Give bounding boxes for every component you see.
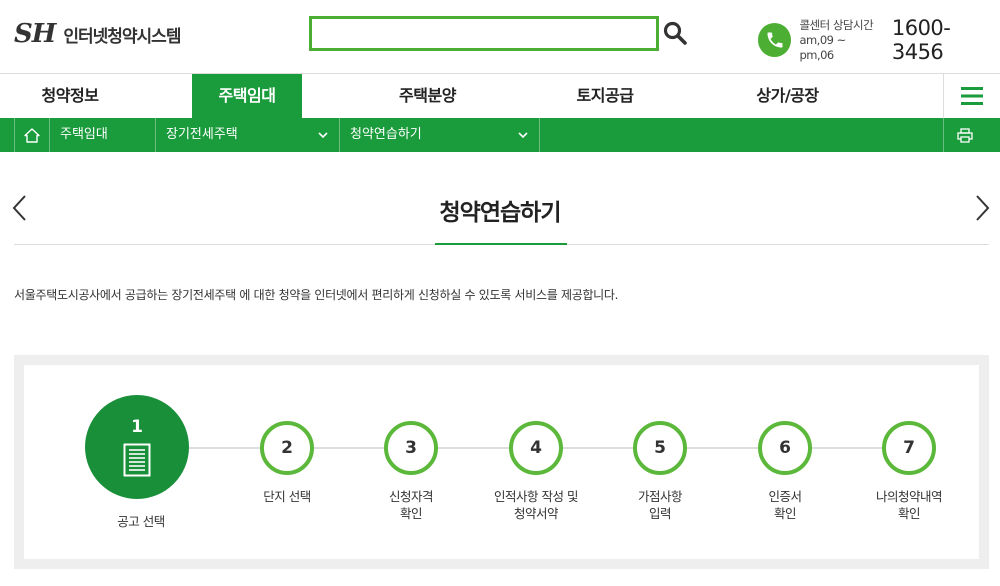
step-label: 단지 선택: [222, 488, 352, 505]
location-level2-dropdown[interactable]: 장기전세주택: [156, 118, 340, 152]
step-label-line2: 확인: [399, 506, 423, 521]
step-label-line1: 인증서: [768, 489, 802, 504]
main-nav: 청약정보 주택임대 주택분양 토지공급 상가/공장: [0, 74, 1000, 118]
step-label-line1: 가점사항: [637, 489, 683, 504]
print-icon: [957, 127, 973, 143]
call-hours: am,09 ~ pm,06: [799, 32, 846, 62]
call-info: 콜센터 상담시간 am,09 ~ pm,06: [799, 18, 881, 63]
call-number: 1600-3456: [891, 16, 951, 64]
step-label-line2: 청약서약: [513, 506, 559, 521]
logo-mark: SH: [14, 19, 56, 49]
nav-item-sale[interactable]: 주택분양: [375, 74, 480, 118]
home-icon: [24, 127, 40, 143]
location-level3-dropdown[interactable]: 청약연습하기: [340, 118, 540, 152]
step-label: 나의청약내역 확인: [844, 488, 974, 522]
call-label: 콜센터 상담시간: [799, 17, 874, 32]
step-circle: 3: [384, 421, 438, 475]
document-icon: [123, 443, 151, 477]
nav-item-commercial[interactable]: 상가/공장: [735, 74, 840, 118]
hamburger-icon: [961, 87, 983, 105]
step-circle: 6: [758, 421, 812, 475]
search-icon: [663, 21, 687, 45]
intro-text: 서울주택도시공사에서 공급하는 장기전세주택 에 대한 청약을 인터넷에서 편리…: [14, 288, 619, 302]
steps-panel: 1 공고 선택 2 단지 선택 3 신청자격 확인 4 인적사항 작성 및 청약…: [14, 355, 989, 569]
step-number: 1: [131, 417, 143, 437]
logo-mark-text: SH: [14, 19, 56, 49]
step-label-line1: 인적사항 작성 및: [494, 489, 578, 504]
step-circle: 2: [260, 421, 314, 475]
step-circle: 4: [509, 421, 563, 475]
logo[interactable]: SH 인터넷청약시스템: [14, 19, 181, 49]
step-label-line1: 단지 선택: [263, 489, 311, 504]
menu-button[interactable]: [943, 74, 1000, 118]
location-level1[interactable]: 주택임대: [50, 118, 156, 152]
step-label-line1: 나의청약내역: [875, 489, 943, 504]
search-button[interactable]: [662, 20, 688, 46]
step-label-line1: 신청자격: [388, 489, 434, 504]
step-circle: 7: [882, 421, 936, 475]
next-page-button[interactable]: [972, 193, 992, 223]
nav-item-rental[interactable]: 주택임대: [192, 74, 302, 118]
step-label-line1: 공고 선택: [117, 514, 165, 529]
header: SH 인터넷청약시스템 콜센터 상담시간 am,09 ~ pm,06 1600-…: [0, 0, 1000, 74]
location-level1-label: 주택임대: [60, 127, 108, 142]
nav-item-land[interactable]: 토지공급: [555, 74, 655, 118]
chevron-down-icon: [518, 132, 528, 139]
location-level3-label: 청약연습하기: [350, 127, 422, 142]
nav-item-info[interactable]: 청약정보: [0, 74, 140, 118]
logo-text: 인터넷청약시스템: [63, 26, 181, 47]
step-circle: 5: [633, 421, 687, 475]
page-title: 청약연습하기: [439, 200, 562, 226]
chevron-right-icon: [976, 195, 990, 221]
call-center: 콜센터 상담시간 am,09 ~ pm,06 1600-3456: [758, 16, 1000, 64]
search-input[interactable]: [309, 16, 659, 51]
step-label: 신청자격 확인: [346, 488, 476, 522]
step-label: 인증서 확인: [720, 488, 850, 522]
print-button[interactable]: [943, 118, 986, 152]
title-accent: [435, 243, 567, 245]
step-label-line2: 확인: [897, 506, 921, 521]
location-bar: 주택임대 장기전세주택 청약연습하기: [0, 118, 1000, 152]
step-label: 가점사항 입력: [595, 488, 725, 522]
step-label: 공고 선택: [76, 513, 206, 530]
step-label: 인적사항 작성 및 청약서약: [471, 488, 601, 522]
steps-inner: 1 공고 선택 2 단지 선택 3 신청자격 확인 4 인적사항 작성 및 청약…: [24, 365, 979, 559]
chevron-down-icon: [318, 132, 328, 139]
location-level2-label: 장기전세주택: [166, 127, 238, 142]
step-circle: 1: [85, 395, 189, 499]
step-label-line2: 확인: [773, 506, 797, 521]
home-button[interactable]: [14, 118, 50, 152]
step-label-line2: 입력: [648, 506, 672, 521]
phone-icon: [758, 23, 792, 57]
